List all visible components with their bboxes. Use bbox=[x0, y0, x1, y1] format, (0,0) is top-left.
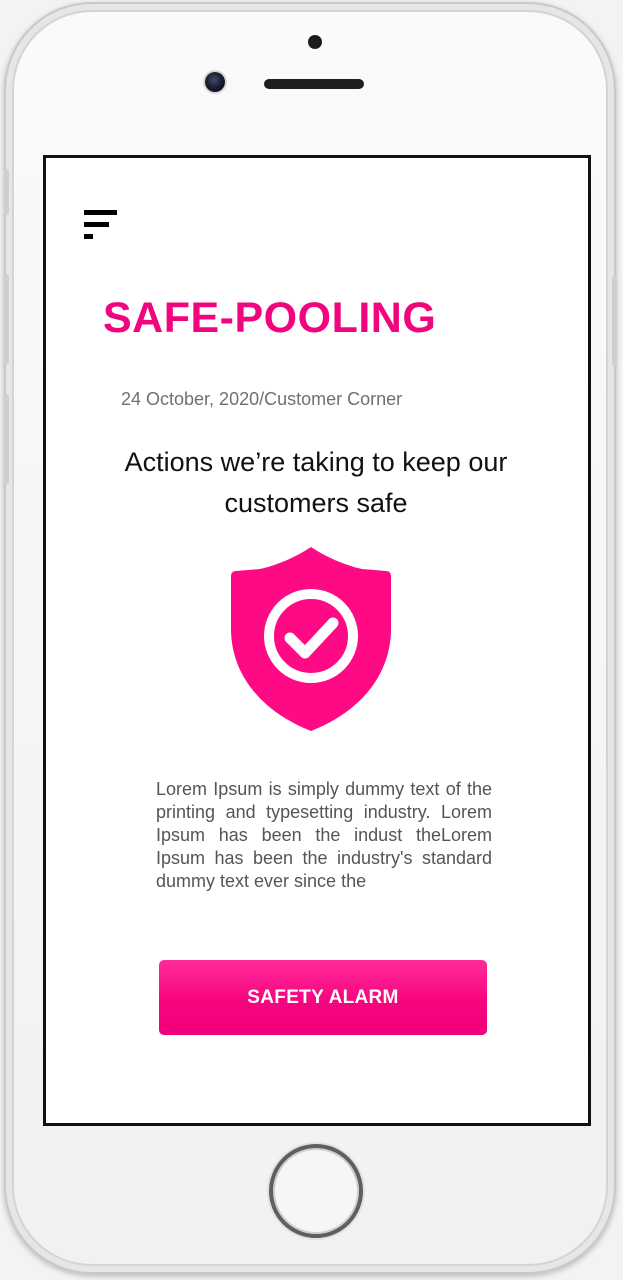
mute-switch bbox=[4, 169, 9, 215]
earpiece-speaker bbox=[264, 79, 364, 89]
phone-frame: SAFE-POOLING 24 October, 2020/Customer C… bbox=[4, 2, 617, 1274]
proximity-sensor bbox=[308, 35, 322, 49]
safety-alarm-button[interactable]: SAFETY ALARM bbox=[159, 960, 487, 1035]
article-headline: Actions we’re taking to keep our custome… bbox=[124, 447, 508, 518]
menu-line bbox=[84, 234, 93, 239]
app-screen: SAFE-POOLING 24 October, 2020/Customer C… bbox=[43, 155, 591, 1126]
front-camera bbox=[205, 72, 225, 92]
menu-line bbox=[84, 222, 109, 227]
article-body: Lorem Ipsum is simply dummy text of the … bbox=[156, 779, 492, 891]
power-button bbox=[612, 276, 617, 366]
volume-up-button bbox=[4, 274, 9, 364]
page-title: SAFE-POOLING bbox=[103, 294, 437, 342]
home-button[interactable] bbox=[269, 1144, 363, 1238]
menu-icon[interactable] bbox=[84, 210, 120, 244]
shield-check-icon bbox=[231, 547, 391, 731]
volume-down-button bbox=[4, 394, 9, 484]
menu-line bbox=[84, 210, 117, 215]
article-meta: 24 October, 2020/Customer Corner bbox=[121, 389, 403, 409]
